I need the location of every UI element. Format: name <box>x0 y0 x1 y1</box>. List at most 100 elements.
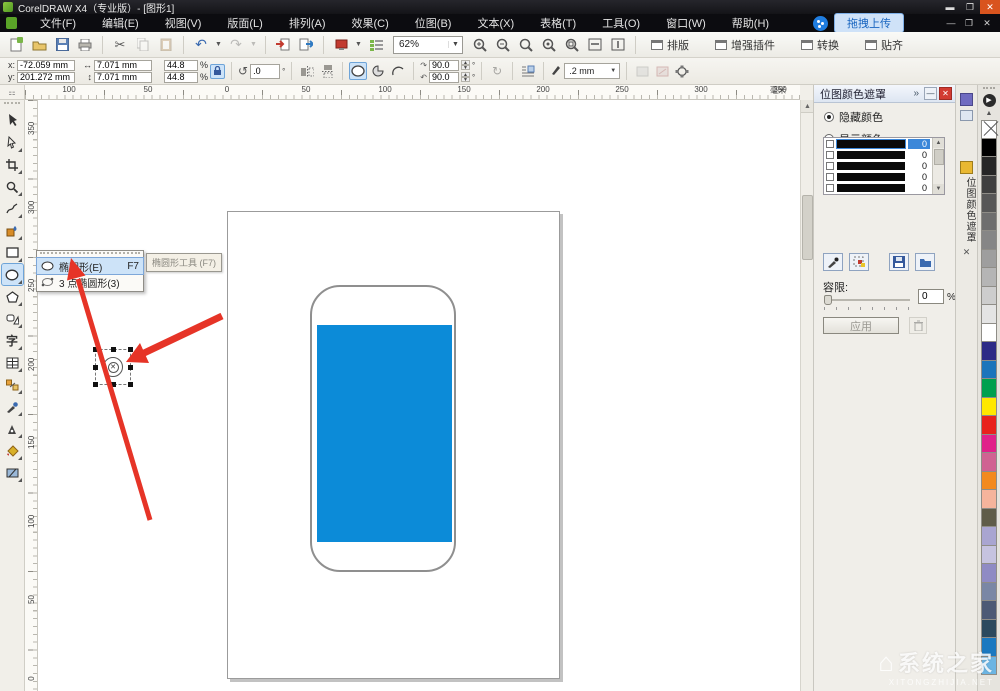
palette-flyout-icon[interactable]: ▶ <box>982 94 996 107</box>
color-picker-button[interactable] <box>823 253 843 271</box>
welcome-screen-icon[interactable] <box>366 35 386 55</box>
zoom-page-icon[interactable] <box>562 35 582 55</box>
minimize-button[interactable]: ▬ <box>940 0 960 14</box>
basic-shapes-tool[interactable] <box>2 308 23 329</box>
color-swatch[interactable] <box>981 249 997 268</box>
ellipse-mode-button[interactable] <box>349 62 368 80</box>
palette-drag-handle[interactable] <box>983 87 995 92</box>
menu-item[interactable]: 版面(L) <box>214 13 275 33</box>
selected-ellipse-object[interactable]: ✕ <box>103 357 123 377</box>
color-swatch[interactable] <box>981 453 997 472</box>
color-swatch[interactable] <box>981 379 997 398</box>
toolbar-text-button[interactable]: 贴齐 <box>857 35 911 55</box>
zoom-tool[interactable] <box>2 176 23 197</box>
outline-pen-tool[interactable] <box>2 418 23 439</box>
rotation-angle-field[interactable] <box>250 63 281 79</box>
delete-mask-button[interactable] <box>909 317 927 334</box>
menu-item[interactable]: 视图(V) <box>152 13 215 33</box>
selection-handle-e[interactable] <box>128 365 133 370</box>
mask-list-scrollbar[interactable]: ▲ ▼ <box>932 138 944 194</box>
polygon-tool[interactable] <box>2 286 23 307</box>
object-height-field[interactable] <box>94 71 152 83</box>
mask-color-row[interactable]: 0 <box>824 138 944 149</box>
close-button[interactable]: ✕ <box>980 0 1000 14</box>
application-launcher-icon[interactable] <box>331 35 351 55</box>
mask-color-row[interactable]: 0 <box>824 182 944 193</box>
color-swatch[interactable] <box>981 527 997 546</box>
print-icon[interactable] <box>75 35 95 55</box>
zoom-selected-icon[interactable] <box>516 35 536 55</box>
mask-checkbox[interactable] <box>826 183 834 192</box>
docker-tab-label[interactable]: 位图颜色遮罩 <box>956 177 977 243</box>
eyedropper-tool[interactable] <box>2 396 23 417</box>
scrollbar-thumb[interactable] <box>802 195 813 260</box>
menu-item[interactable]: 位图(B) <box>402 13 465 33</box>
flyout-drag-handle[interactable] <box>40 252 140 257</box>
toolbar-text-button[interactable]: 增强插件 <box>707 35 783 55</box>
open-icon[interactable] <box>29 35 49 55</box>
doc-close-button[interactable]: ✕ <box>980 18 994 29</box>
toolbar-text-button[interactable]: 排版 <box>643 35 697 55</box>
docker-expand-icon[interactable]: » <box>913 88 919 99</box>
docker-minimize-button[interactable]: — <box>924 87 937 100</box>
color-swatch[interactable] <box>981 323 997 342</box>
mask-color-swatch[interactable] <box>837 161 905 170</box>
shape-tool[interactable] <box>2 132 23 153</box>
mask-scroll-down-icon[interactable]: ▼ <box>933 184 944 194</box>
interactive-fill-tool[interactable] <box>2 462 23 483</box>
mask-color-row[interactable]: 0 <box>824 171 944 182</box>
radio-selected-icon[interactable] <box>824 112 834 122</box>
drawing-canvas[interactable]: ✕ <box>38 100 800 691</box>
palette-scroll-up-icon[interactable]: ▲ <box>982 108 997 119</box>
color-swatch[interactable] <box>981 194 997 213</box>
redo-icon[interactable]: ↷ <box>226 35 246 55</box>
color-swatch[interactable] <box>981 545 997 564</box>
end-angle-field[interactable] <box>428 71 459 83</box>
rectangle-tool[interactable] <box>2 242 23 263</box>
color-swatch[interactable] <box>981 434 997 453</box>
menu-item[interactable]: 窗口(W) <box>653 13 719 33</box>
menu-item[interactable]: 排列(A) <box>276 13 339 33</box>
color-swatch[interactable] <box>981 286 997 305</box>
bitmap-mask-tab-icon[interactable] <box>960 161 973 174</box>
flyout-item-3point-ellipse[interactable]: 3 点椭圆形(3) <box>37 274 143 290</box>
convert-to-curves-button[interactable] <box>673 62 691 80</box>
color-swatch[interactable] <box>981 231 997 250</box>
mask-scroll-thumb[interactable] <box>934 149 944 165</box>
ruler-origin-corner[interactable]: ⚏ <box>0 85 25 100</box>
menu-item[interactable]: 编辑(E) <box>89 13 152 33</box>
convert-outline-button[interactable] <box>653 62 671 80</box>
wrap-paragraph-button[interactable] <box>633 62 651 80</box>
toolbar-text-button[interactable]: 转换 <box>793 35 847 55</box>
text-wrap-button[interactable] <box>519 62 537 80</box>
selection-handle-se[interactable] <box>128 382 133 387</box>
hide-colors-option[interactable]: 隐藏颜色 <box>824 109 955 125</box>
text-tool[interactable]: 字 <box>2 330 23 351</box>
lock-ratio-button[interactable] <box>210 63 226 79</box>
undo-icon[interactable]: ↶ <box>191 35 211 55</box>
upload-button[interactable]: 拖拽上传 <box>834 13 904 33</box>
pie-mode-button[interactable] <box>369 62 387 80</box>
mirror-horizontal-button[interactable] <box>298 62 316 80</box>
launcher-dropdown-icon[interactable]: ▼ <box>354 35 363 55</box>
selection-handle-ne[interactable] <box>128 347 133 352</box>
zoom-in-icon[interactable] <box>470 35 490 55</box>
selection-handle-w[interactable] <box>93 365 98 370</box>
tolerance-field[interactable] <box>918 289 944 304</box>
selection-handle-nw[interactable] <box>93 347 98 352</box>
smart-fill-tool[interactable] <box>2 220 23 241</box>
mask-scroll-up-icon[interactable]: ▲ <box>933 138 944 148</box>
restore-button[interactable]: ❐ <box>960 0 980 14</box>
ellipse-tool[interactable] <box>0 263 24 286</box>
scale-y-field[interactable] <box>164 71 198 83</box>
import-icon[interactable] <box>273 35 293 55</box>
vertical-scrollbar[interactable]: ▲ <box>800 100 814 691</box>
phone-screen-rectangle[interactable] <box>317 325 452 542</box>
color-swatch[interactable] <box>981 564 997 583</box>
mask-color-row[interactable]: 0 <box>824 149 944 160</box>
interactive-blend-tool[interactable] <box>2 374 23 395</box>
color-swatch[interactable] <box>981 619 997 638</box>
color-swatch[interactable] <box>981 212 997 231</box>
doc-restore-button[interactable]: ❐ <box>962 18 976 29</box>
apply-button[interactable]: 应用 <box>823 317 899 334</box>
